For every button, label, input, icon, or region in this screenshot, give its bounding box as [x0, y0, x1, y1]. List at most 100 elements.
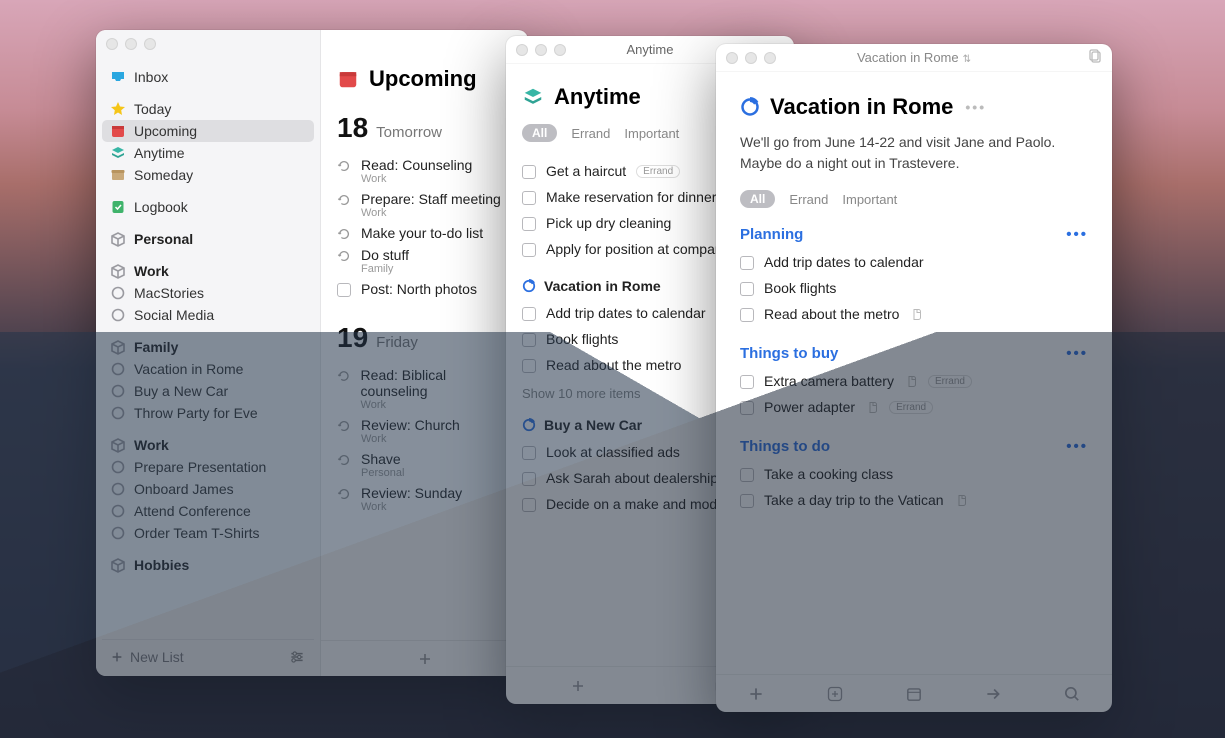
task-row[interactable]: Book flights: [740, 275, 1088, 301]
filter-all[interactable]: All: [740, 190, 775, 208]
checkbox[interactable]: [522, 472, 536, 486]
sidebar-project[interactable]: Vacation in Rome: [102, 358, 314, 380]
task-row[interactable]: Make your to-do list: [337, 222, 512, 244]
calendar-icon[interactable]: [905, 685, 923, 703]
task-title: Post: North photos: [361, 281, 477, 297]
day-name: Friday: [376, 334, 418, 351]
task-row[interactable]: Extra camera batteryErrand: [740, 368, 1088, 394]
settings-icon[interactable]: [288, 648, 306, 666]
chevron-updown-icon[interactable]: ⇅: [963, 54, 971, 65]
task-row[interactable]: Take a cooking class: [740, 461, 1088, 487]
sidebar-project[interactable]: Attend Conference: [102, 500, 314, 522]
task-title: Prepare: Staff meeting: [361, 191, 501, 207]
task-row[interactable]: Take a day trip to the Vatican: [740, 487, 1088, 513]
task-row[interactable]: Review: ChurchWork: [337, 414, 512, 448]
checkbox[interactable]: [740, 256, 754, 270]
task-row[interactable]: Post: North photos: [337, 278, 512, 300]
new-list-button[interactable]: New List: [110, 649, 184, 665]
section-header[interactable]: Things to do•••: [740, 438, 1088, 455]
plus-icon[interactable]: [747, 685, 765, 703]
area-label: Family: [134, 339, 178, 355]
section-header[interactable]: Planning •••: [740, 226, 1088, 243]
task-row[interactable]: Read: CounselingWork: [337, 154, 512, 188]
plus-icon[interactable]: [570, 678, 586, 694]
checkbox[interactable]: [740, 282, 754, 296]
task-title: Pick up dry cleaning: [546, 215, 671, 231]
task-row[interactable]: Prepare: Staff meetingWork: [337, 188, 512, 222]
sidebar-area[interactable]: Work: [102, 260, 314, 282]
checkbox[interactable]: [522, 446, 536, 460]
search-icon[interactable]: [1063, 685, 1081, 703]
task-subtitle: Work: [361, 433, 460, 445]
checkbox[interactable]: [522, 243, 536, 257]
sidebar-today[interactable]: Today: [102, 98, 314, 120]
task-row[interactable]: Power adapterErrand: [740, 394, 1088, 420]
task-title: Book flights: [546, 331, 618, 347]
project-title[interactable]: Vacation in Rome: [770, 94, 953, 120]
project-notes[interactable]: We'll go from June 14-22 and visit Jane …: [740, 132, 1088, 174]
checkbox[interactable]: [522, 307, 536, 321]
checkbox[interactable]: [522, 498, 536, 512]
checkbox[interactable]: [740, 375, 754, 389]
stack-icon: [522, 86, 544, 108]
traffic-lights[interactable]: [106, 38, 156, 50]
section-name: Planning: [740, 226, 803, 243]
project-label: Social Media: [134, 307, 214, 323]
calendar-icon: [110, 123, 126, 139]
sidebar-area[interactable]: Family: [102, 336, 314, 358]
more-icon[interactable]: •••: [1066, 438, 1088, 455]
task-subtitle: Family: [361, 263, 409, 275]
sidebar-project[interactable]: Throw Party for Eve: [102, 402, 314, 424]
checkbox[interactable]: [522, 165, 536, 179]
sidebar-anytime[interactable]: Anytime: [102, 142, 314, 164]
sidebar-project[interactable]: Buy a New Car: [102, 380, 314, 402]
filter-important[interactable]: Important: [842, 192, 897, 207]
task-row[interactable]: Do stuffFamily: [337, 244, 512, 278]
checkbox[interactable]: [740, 308, 754, 322]
filter-errand[interactable]: Errand: [789, 192, 828, 207]
checkbox[interactable]: [740, 401, 754, 415]
project-progress-icon: [522, 418, 536, 432]
more-icon[interactable]: •••: [1066, 345, 1088, 362]
filter-important[interactable]: Important: [624, 126, 679, 141]
sidebar-project[interactable]: Social Media: [102, 304, 314, 326]
more-icon[interactable]: •••: [965, 99, 986, 115]
task-row[interactable]: Add trip dates to calendar: [740, 249, 1088, 275]
sidebar-project[interactable]: Order Team T-Shirts: [102, 522, 314, 544]
project-icon: [110, 383, 126, 399]
windows-icon[interactable]: [1086, 48, 1102, 64]
task-row[interactable]: Read about the metro: [740, 301, 1088, 327]
sidebar-area[interactable]: Hobbies: [102, 554, 314, 576]
checkbox[interactable]: [740, 494, 754, 508]
day-name: Tomorrow: [376, 124, 442, 141]
filter-errand[interactable]: Errand: [571, 126, 610, 141]
plus-icon[interactable]: [417, 651, 433, 667]
checkbox[interactable]: [740, 468, 754, 482]
attachment-icon: [911, 308, 923, 320]
sidebar-area[interactable]: Personal: [102, 228, 314, 250]
sidebar-project[interactable]: Prepare Presentation: [102, 456, 314, 478]
task-row[interactable]: Review: SundayWork: [337, 482, 512, 516]
more-icon[interactable]: •••: [1066, 226, 1088, 243]
sidebar-area[interactable]: Work: [102, 434, 314, 456]
checkbox[interactable]: [522, 333, 536, 347]
task-row[interactable]: ShavePersonal: [337, 448, 512, 482]
sidebar-logbook[interactable]: Logbook: [102, 196, 314, 218]
sidebar-inbox[interactable]: Inbox: [102, 66, 314, 88]
checkbox[interactable]: [522, 191, 536, 205]
checkbox[interactable]: [337, 283, 351, 297]
section-header[interactable]: Things to buy•••: [740, 345, 1088, 362]
checkbox[interactable]: [522, 217, 536, 231]
sidebar-project[interactable]: Onboard James: [102, 478, 314, 500]
filter-all[interactable]: All: [522, 124, 557, 142]
sidebar-upcoming[interactable]: Upcoming: [102, 120, 314, 142]
task-row[interactable]: Read: Biblical counselingWork: [337, 364, 512, 414]
move-icon[interactable]: [984, 685, 1002, 703]
archive-icon: [110, 167, 126, 183]
project-icon: [110, 361, 126, 377]
checkbox[interactable]: [522, 359, 536, 373]
project-icon: [110, 481, 126, 497]
sidebar-project[interactable]: MacStories: [102, 282, 314, 304]
new-heading-icon[interactable]: [826, 685, 844, 703]
sidebar-someday[interactable]: Someday: [102, 164, 314, 186]
